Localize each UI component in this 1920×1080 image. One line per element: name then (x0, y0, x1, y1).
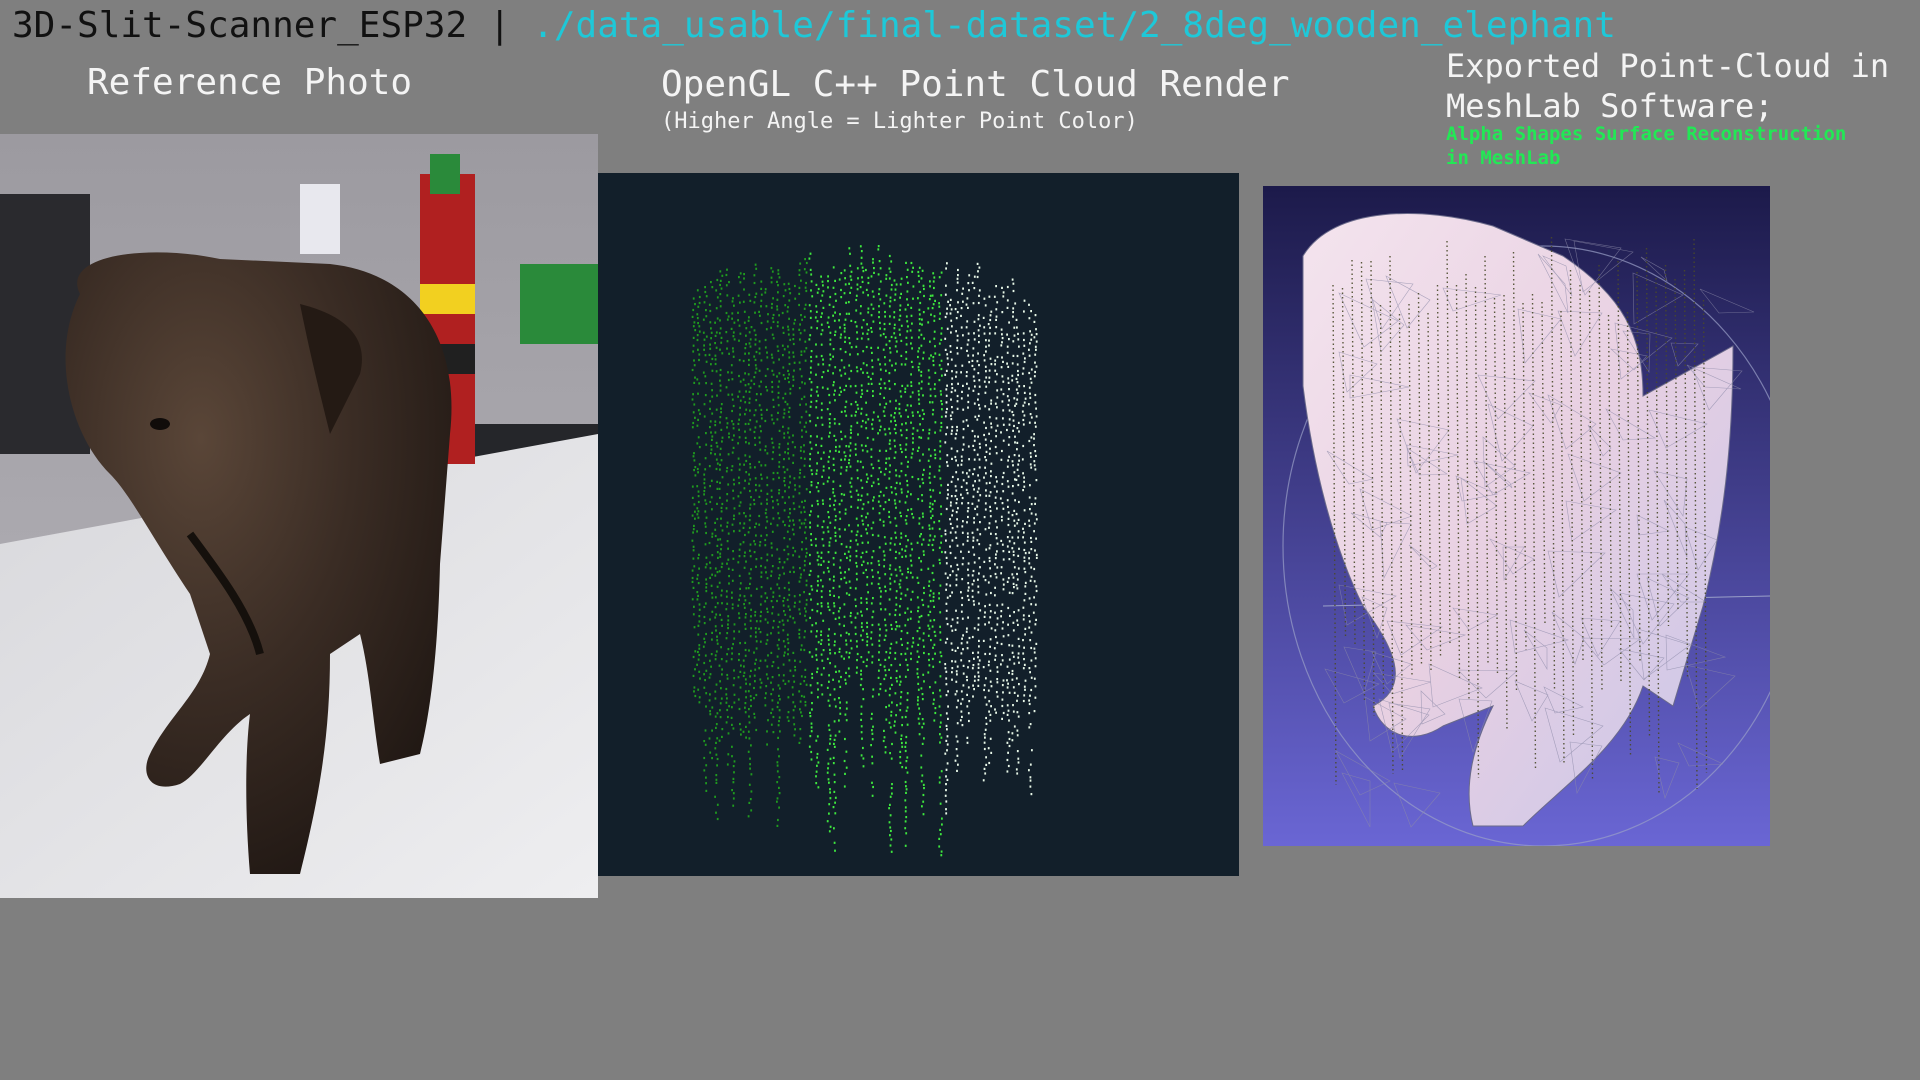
opengl-render-title: OpenGL C++ Point Cloud Render (661, 64, 1290, 105)
reference-photo-title: Reference Photo (87, 62, 413, 103)
reference-photo-image (0, 134, 598, 898)
meshlab-render (1263, 186, 1770, 846)
opengl-point-cloud-render (598, 173, 1239, 876)
meshlab-title: Exported Point-Cloud in MeshLab Software… (1446, 47, 1890, 125)
meshlab-viewport (1263, 186, 1770, 846)
meshlab-subtitle: Alpha Shapes Surface Reconstruction in M… (1446, 123, 1847, 169)
title-separator: | (467, 5, 533, 46)
opengl-render-subtitle: (Higher Angle = Lighter Point Color) (661, 109, 1138, 134)
point-cloud-canvas (691, 245, 1038, 857)
dataset-path: ./data_usable/final-dataset/2_8deg_woode… (532, 5, 1616, 46)
app-title: 3D-Slit-Scanner_ESP32 (12, 5, 468, 46)
reference-photo (0, 134, 598, 898)
window-title: 3D-Slit-Scanner_ESP32 | ./data_usable/fi… (12, 4, 1616, 48)
